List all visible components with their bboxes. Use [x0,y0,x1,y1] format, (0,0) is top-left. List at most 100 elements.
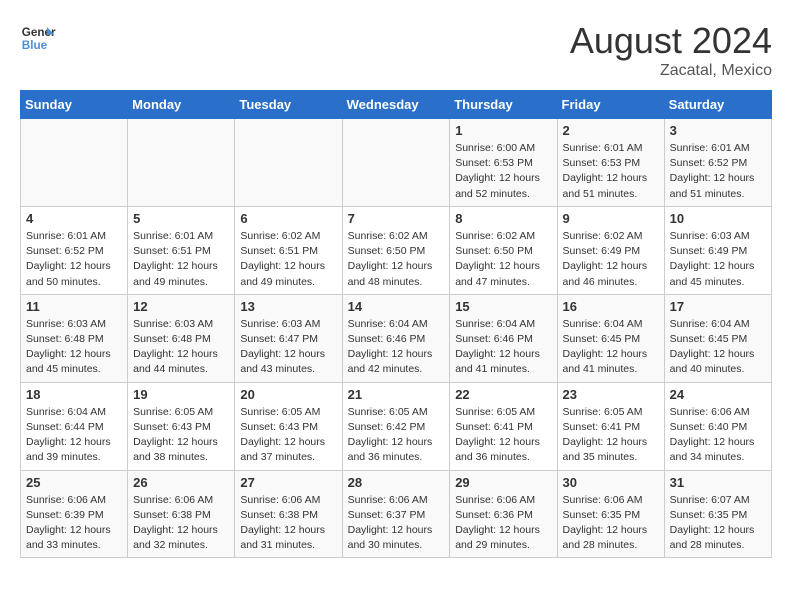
calendar-cell: 9 Sunrise: 6:02 AM Sunset: 6:49 PM Daylig… [557,206,664,294]
day-detail: Sunrise: 6:03 AM Sunset: 6:47 PM Dayligh… [240,317,336,378]
calendar-row: 25 Sunrise: 6:06 AM Sunset: 6:39 PM Dayli… [21,470,772,558]
day-number: 9 [563,211,659,226]
weekday-header: Friday [557,91,664,119]
calendar-cell: 30 Sunrise: 6:06 AM Sunset: 6:35 PM Dayli… [557,470,664,558]
calendar-cell: 31 Sunrise: 6:07 AM Sunset: 6:35 PM Dayli… [664,470,771,558]
day-number: 13 [240,299,336,314]
calendar-row: 18Sunrise: 6:04 AM Sunset: 6:44 PM Dayli… [21,382,772,470]
day-detail: Sunrise: 6:05 AM Sunset: 6:43 PM Dayligh… [133,405,229,466]
calendar-cell: 17Sunrise: 6:04 AM Sunset: 6:45 PM Dayli… [664,294,771,382]
logo: General Blue [20,20,56,56]
day-number: 5 [133,211,229,226]
calendar-cell: 23Sunrise: 6:05 AM Sunset: 6:41 PM Dayli… [557,382,664,470]
day-number: 6 [240,211,336,226]
day-detail: Sunrise: 6:01 AM Sunset: 6:52 PM Dayligh… [670,141,766,202]
calendar-cell [21,119,128,207]
calendar-cell: 22 Sunrise: 6:05 AM Sunset: 6:41 PM Dayli… [450,382,557,470]
calendar-cell: 14 Sunrise: 6:04 AM Sunset: 6:46 PM Dayli… [342,294,450,382]
day-detail: Sunrise: 6:05 AM Sunset: 6:43 PM Dayligh… [240,405,336,466]
calendar-row: 1 Sunrise: 6:00 AM Sunset: 6:53 PM Daylig… [21,119,772,207]
day-detail: Sunrise: 6:03 AM Sunset: 6:48 PM Dayligh… [133,317,229,378]
calendar-cell: 13 Sunrise: 6:03 AM Sunset: 6:47 PM Dayli… [235,294,342,382]
calendar-cell: 16 Sunrise: 6:04 AM Sunset: 6:45 PM Dayli… [557,294,664,382]
calendar-cell: 7Sunrise: 6:02 AM Sunset: 6:50 PM Daylig… [342,206,450,294]
day-number: 1 [455,123,551,138]
calendar-cell: 27Sunrise: 6:06 AM Sunset: 6:38 PM Dayli… [235,470,342,558]
day-number: 30 [563,475,659,490]
calendar-table: SundayMondayTuesdayWednesdayThursdayFrid… [20,90,772,558]
day-detail: Sunrise: 6:03 AM Sunset: 6:48 PM Dayligh… [26,317,122,378]
day-detail: Sunrise: 6:02 AM Sunset: 6:50 PM Dayligh… [455,229,551,290]
weekday-header: Sunday [21,91,128,119]
day-detail: Sunrise: 6:04 AM Sunset: 6:46 PM Dayligh… [455,317,551,378]
weekday-header: Tuesday [235,91,342,119]
svg-text:Blue: Blue [22,39,48,52]
day-detail: Sunrise: 6:03 AM Sunset: 6:49 PM Dayligh… [670,229,766,290]
calendar-cell [342,119,450,207]
day-number: 21 [348,387,445,402]
logo-icon: General Blue [20,20,56,56]
title-block: August 2024 Zacatal, Mexico [570,20,772,80]
weekday-header: Saturday [664,91,771,119]
calendar-cell: 20 Sunrise: 6:05 AM Sunset: 6:43 PM Dayli… [235,382,342,470]
page-header: General Blue August 2024 Zacatal, Mexico [20,20,772,80]
day-number: 19 [133,387,229,402]
weekday-header-row: SundayMondayTuesdayWednesdayThursdayFrid… [21,91,772,119]
day-number: 20 [240,387,336,402]
day-number: 10 [670,211,766,226]
day-number: 25 [26,475,122,490]
calendar-cell: 6 Sunrise: 6:02 AM Sunset: 6:51 PM Daylig… [235,206,342,294]
day-number: 24 [670,387,766,402]
day-number: 16 [563,299,659,314]
day-detail: Sunrise: 6:06 AM Sunset: 6:38 PM Dayligh… [133,493,229,554]
calendar-cell: 10 Sunrise: 6:03 AM Sunset: 6:49 PM Dayli… [664,206,771,294]
calendar-cell: 11 Sunrise: 6:03 AM Sunset: 6:48 PM Dayli… [21,294,128,382]
day-detail: Sunrise: 6:01 AM Sunset: 6:53 PM Dayligh… [563,141,659,202]
calendar-cell: 18Sunrise: 6:04 AM Sunset: 6:44 PM Dayli… [21,382,128,470]
day-detail: Sunrise: 6:00 AM Sunset: 6:53 PM Dayligh… [455,141,551,202]
calendar-cell: 19 Sunrise: 6:05 AM Sunset: 6:43 PM Dayli… [128,382,235,470]
day-number: 11 [26,299,122,314]
day-number: 8 [455,211,551,226]
day-detail: Sunrise: 6:06 AM Sunset: 6:37 PM Dayligh… [348,493,445,554]
calendar-cell: 25 Sunrise: 6:06 AM Sunset: 6:39 PM Dayli… [21,470,128,558]
day-number: 31 [670,475,766,490]
day-detail: Sunrise: 6:06 AM Sunset: 6:36 PM Dayligh… [455,493,551,554]
calendar-cell: 4 Sunrise: 6:01 AM Sunset: 6:52 PM Daylig… [21,206,128,294]
day-number: 3 [670,123,766,138]
day-detail: Sunrise: 6:01 AM Sunset: 6:52 PM Dayligh… [26,229,122,290]
weekday-header: Thursday [450,91,557,119]
calendar-cell: 12 Sunrise: 6:03 AM Sunset: 6:48 PM Dayli… [128,294,235,382]
weekday-header: Monday [128,91,235,119]
day-number: 22 [455,387,551,402]
day-detail: Sunrise: 6:04 AM Sunset: 6:44 PM Dayligh… [26,405,122,466]
calendar-cell: 29 Sunrise: 6:06 AM Sunset: 6:36 PM Dayli… [450,470,557,558]
calendar-cell: 3 Sunrise: 6:01 AM Sunset: 6:52 PM Daylig… [664,119,771,207]
calendar-cell: 5 Sunrise: 6:01 AM Sunset: 6:51 PM Daylig… [128,206,235,294]
day-number: 15 [455,299,551,314]
calendar-cell: 21 Sunrise: 6:05 AM Sunset: 6:42 PM Dayli… [342,382,450,470]
day-detail: Sunrise: 6:06 AM Sunset: 6:39 PM Dayligh… [26,493,122,554]
day-detail: Sunrise: 6:05 AM Sunset: 6:42 PM Dayligh… [348,405,445,466]
day-detail: Sunrise: 6:02 AM Sunset: 6:49 PM Dayligh… [563,229,659,290]
day-number: 2 [563,123,659,138]
day-detail: Sunrise: 6:02 AM Sunset: 6:51 PM Dayligh… [240,229,336,290]
day-number: 12 [133,299,229,314]
calendar-row: 11 Sunrise: 6:03 AM Sunset: 6:48 PM Dayli… [21,294,772,382]
day-detail: Sunrise: 6:04 AM Sunset: 6:45 PM Dayligh… [563,317,659,378]
calendar-cell: 8 Sunrise: 6:02 AM Sunset: 6:50 PM Daylig… [450,206,557,294]
calendar-cell: 1 Sunrise: 6:00 AM Sunset: 6:53 PM Daylig… [450,119,557,207]
day-number: 26 [133,475,229,490]
calendar-cell: 28 Sunrise: 6:06 AM Sunset: 6:37 PM Dayli… [342,470,450,558]
day-number: 28 [348,475,445,490]
day-detail: Sunrise: 6:06 AM Sunset: 6:35 PM Dayligh… [563,493,659,554]
location: Zacatal, Mexico [570,62,772,80]
day-number: 29 [455,475,551,490]
day-detail: Sunrise: 6:07 AM Sunset: 6:35 PM Dayligh… [670,493,766,554]
day-detail: Sunrise: 6:01 AM Sunset: 6:51 PM Dayligh… [133,229,229,290]
day-detail: Sunrise: 6:04 AM Sunset: 6:46 PM Dayligh… [348,317,445,378]
day-number: 4 [26,211,122,226]
day-number: 14 [348,299,445,314]
day-detail: Sunrise: 6:05 AM Sunset: 6:41 PM Dayligh… [455,405,551,466]
day-number: 23 [563,387,659,402]
